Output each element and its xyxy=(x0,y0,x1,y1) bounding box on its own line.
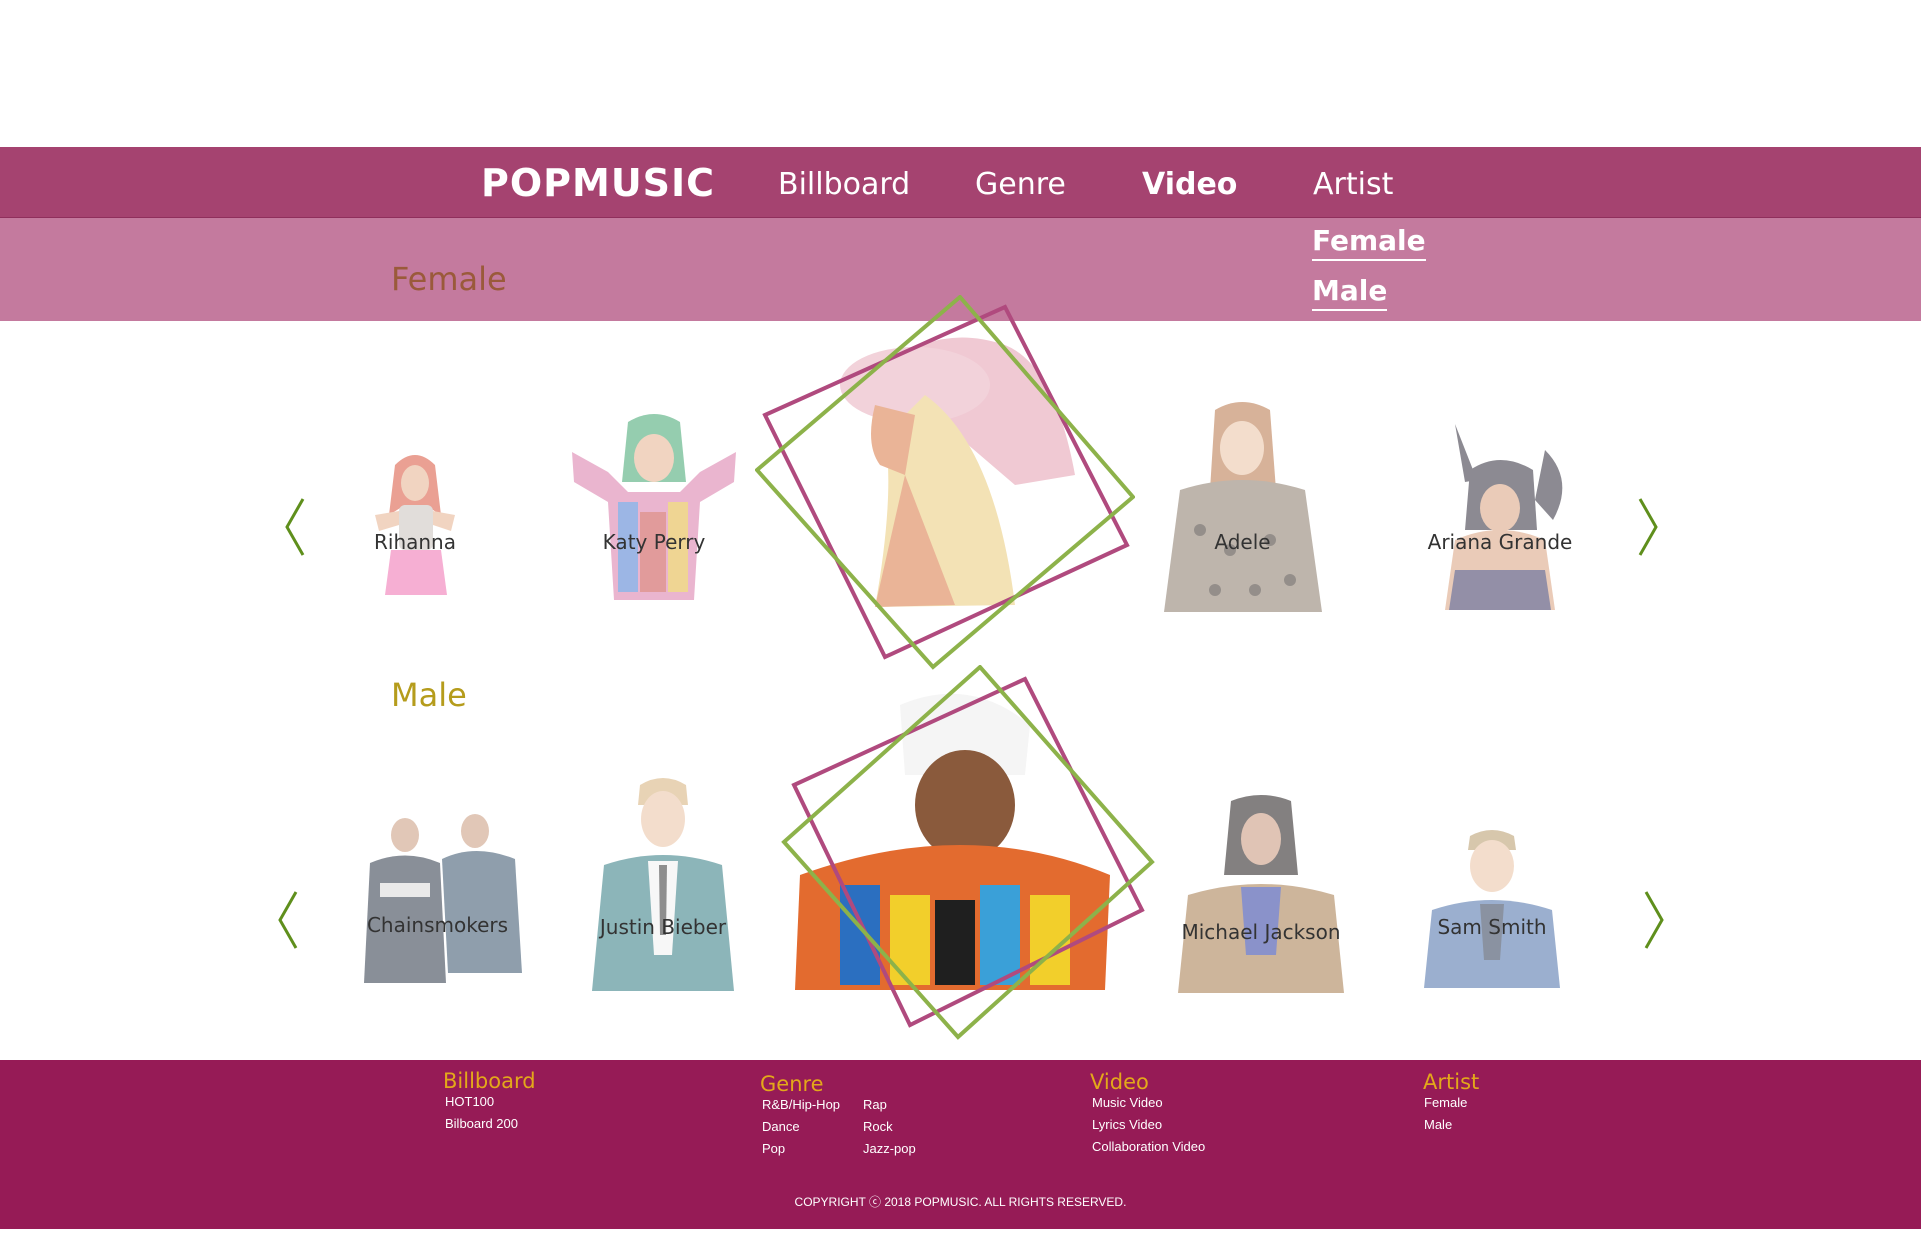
artist-name: Justin Bieber xyxy=(599,915,727,939)
footer-link-rock[interactable]: Rock xyxy=(863,1119,893,1134)
artist-photo-hat-profile xyxy=(754,294,1136,670)
nav-video[interactable]: Video xyxy=(1142,167,1237,202)
nav-artist[interactable]: Artist xyxy=(1313,167,1393,202)
section-title-male: Male xyxy=(391,676,467,714)
artist-name: Ariana Grande xyxy=(1427,530,1573,554)
artist-card-katy-perry[interactable]: Katy Perry xyxy=(568,412,740,604)
subnav-title: Female xyxy=(391,260,507,298)
chevron-right-icon[interactable] xyxy=(1642,890,1666,950)
artist-photo-cap xyxy=(781,664,1155,1040)
artist-card-rihanna[interactable]: Rihanna xyxy=(355,445,475,615)
footer-link-hot100[interactable]: HOT100 xyxy=(445,1094,494,1109)
logo[interactable]: POPMUSIC xyxy=(481,161,715,205)
submenu-male[interactable]: Male xyxy=(1312,274,1388,311)
footer-link-female[interactable]: Female xyxy=(1424,1095,1467,1110)
footer-heading-billboard[interactable]: Billboard xyxy=(443,1069,536,1093)
artist-card-chainsmokers[interactable]: Chainsmokers xyxy=(350,813,525,988)
featured-artist-female[interactable] xyxy=(754,294,1136,670)
footer-heading-artist[interactable]: Artist xyxy=(1423,1070,1479,1094)
footer-heading-video[interactable]: Video xyxy=(1090,1070,1149,1094)
artist-photo-michael-jackson xyxy=(1178,795,1344,993)
artist-photo-katy-perry xyxy=(572,414,736,600)
artist-card-adele[interactable]: Adele xyxy=(1160,400,1325,615)
artist-photo-chainsmokers xyxy=(364,814,522,983)
nav-billboard[interactable]: Billboard xyxy=(778,167,910,202)
artist-photo-sam-smith xyxy=(1424,830,1560,988)
chevron-right-icon[interactable] xyxy=(1636,497,1660,557)
featured-artist-male[interactable] xyxy=(780,664,1155,1040)
artist-name: Rihanna xyxy=(374,530,456,554)
artist-card-michael-jackson[interactable]: Michael Jackson xyxy=(1176,795,1346,995)
artist-name: Sam Smith xyxy=(1437,915,1547,939)
top-nav: POPMUSIC Billboard Genre Video Artist xyxy=(0,147,1921,218)
footer-link-rap[interactable]: Rap xyxy=(863,1097,887,1112)
artist-name: Michael Jackson xyxy=(1181,920,1341,944)
footer-link-dance[interactable]: Dance xyxy=(762,1119,800,1134)
chevron-left-icon[interactable] xyxy=(283,497,307,557)
footer: Billboard HOT100 Bilboard 200 Genre R&B/… xyxy=(0,1060,1921,1229)
artist-photo-adele xyxy=(1164,402,1322,612)
nav-genre[interactable]: Genre xyxy=(975,167,1066,202)
footer-heading-genre[interactable]: Genre xyxy=(760,1072,824,1096)
footer-link-collaboration-video[interactable]: Collaboration Video xyxy=(1092,1139,1205,1154)
artist-card-justin-bieber[interactable]: Justin Bieber xyxy=(588,775,738,993)
footer-link-rnb-hiphop[interactable]: R&B/Hip-Hop xyxy=(762,1097,840,1112)
footer-link-pop[interactable]: Pop xyxy=(762,1141,785,1156)
footer-link-music-video[interactable]: Music Video xyxy=(1092,1095,1163,1110)
artist-photo-justin-bieber xyxy=(592,778,734,991)
footer-link-jazz-pop[interactable]: Jazz-pop xyxy=(863,1141,916,1156)
artist-photo-ariana-grande xyxy=(1445,424,1563,610)
artist-name: Chainsmokers xyxy=(366,913,509,937)
artist-card-sam-smith[interactable]: Sam Smith xyxy=(1422,830,1562,990)
artist-name: Adele xyxy=(1214,530,1271,554)
artist-name: Katy Perry xyxy=(602,530,706,554)
copyright-text: COPYRIGHT ⓒ 2018 POPMUSIC. ALL RIGHTS RE… xyxy=(794,1195,1127,1209)
footer-link-bilboard-200[interactable]: Bilboard 200 xyxy=(445,1116,518,1131)
footer-link-male[interactable]: Male xyxy=(1424,1117,1452,1132)
footer-link-lyrics-video[interactable]: Lyrics Video xyxy=(1092,1117,1162,1132)
chevron-left-icon[interactable] xyxy=(276,890,300,950)
artist-card-ariana-grande[interactable]: Ariana Grande xyxy=(1425,420,1575,615)
submenu-female[interactable]: Female xyxy=(1312,224,1426,261)
